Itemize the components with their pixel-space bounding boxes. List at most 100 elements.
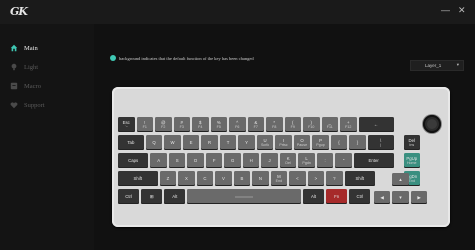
key-1-5[interactable]: T	[219, 135, 237, 150]
key-3-6[interactable]: N	[252, 171, 269, 186]
sidebar-item-light[interactable]: Light	[10, 61, 38, 73]
key-3-7[interactable]: M End	[270, 171, 288, 186]
arrow-up-key[interactable]: ▲	[392, 173, 409, 186]
key-sublabel: F4	[198, 124, 203, 129]
key-label: Alt	[172, 194, 178, 199]
key-0-4[interactable]: $ F4	[192, 117, 209, 132]
key-4-2[interactable]: Alt	[164, 189, 186, 204]
key-0-6[interactable]: ^ F6	[229, 117, 246, 132]
key-1-10[interactable]: P Pgup	[312, 135, 329, 150]
sidebar-item-main[interactable]: Main	[10, 42, 38, 54]
key-1-7[interactable]: U Scrlk	[256, 135, 274, 150]
side-key-0[interactable]: Del Ins	[403, 135, 420, 150]
key-0-8[interactable]: * F8	[266, 117, 283, 132]
key-3-8[interactable]: <	[289, 171, 306, 186]
key-label: H	[249, 158, 253, 163]
key-1-1[interactable]: Q	[145, 135, 163, 150]
key-2-2[interactable]: S	[168, 153, 186, 168]
side-key-1[interactable]: PgUp Home	[403, 153, 420, 168]
key-2-6[interactable]: H	[242, 153, 260, 168]
key-2-12[interactable]: Enter	[353, 153, 394, 168]
key-0-9[interactable]: (F9	[284, 117, 301, 132]
key-sublabel: F6	[235, 124, 240, 129]
key-2-1[interactable]: A	[150, 153, 167, 168]
key-label: Y	[245, 140, 248, 145]
key-0-3[interactable]: # F3	[173, 117, 190, 132]
layer-select[interactable]: Layer_1 ▾	[410, 60, 464, 71]
key-label: }	[356, 140, 359, 145]
key-3-5[interactable]: B	[233, 171, 251, 186]
key-sublabel: F3	[179, 124, 184, 129]
key-3-3[interactable]: C	[196, 171, 214, 186]
key-0-13[interactable]: ←	[358, 117, 394, 132]
key-1-12[interactable]: }	[349, 135, 366, 150]
minimize-icon[interactable]: —	[441, 5, 450, 15]
sidebar-item-label: Support	[24, 101, 45, 109]
key-2-8[interactable]: K Del	[279, 153, 297, 168]
key-4-0[interactable]: Ctrl	[118, 189, 140, 204]
key-2-9[interactable]: L Pgdn	[298, 153, 315, 168]
key-1-2[interactable]: W	[164, 135, 181, 150]
key-4-6[interactable]: Ctrl	[349, 189, 371, 204]
key-3-2[interactable]: X	[178, 171, 195, 186]
key-2-7[interactable]: J	[261, 153, 278, 168]
key-0-2[interactable]: @ F2	[155, 117, 172, 132]
key-2-4[interactable]: F	[205, 153, 223, 168]
main-panel: background indicates that the default fu…	[94, 24, 475, 250]
key-sublabel: Prtsc	[279, 142, 288, 147]
key-4-3[interactable]	[187, 189, 301, 204]
key-3-9[interactable]: >	[307, 171, 325, 186]
key-2-10[interactable]: :	[316, 153, 334, 168]
key-1-13[interactable]: \ |	[367, 135, 394, 150]
sidebar-item-label: Main	[24, 44, 38, 52]
key-sublabel: F5	[216, 124, 221, 129]
key-label: C	[203, 176, 207, 181]
key-label: Shift	[133, 176, 143, 181]
heart-icon	[10, 102, 18, 109]
key-1-9[interactable]: O Pause	[293, 135, 311, 150]
key-0-10[interactable]: ) F10	[303, 117, 320, 132]
key-2-11[interactable]: "	[335, 153, 352, 168]
key-3-4[interactable]: V	[215, 171, 232, 186]
key-4-5[interactable]: Fn	[326, 189, 348, 204]
arrow-left-key[interactable]: ◀	[373, 191, 391, 204]
key-2-5[interactable]: G	[224, 153, 241, 168]
key-0-11[interactable]: _ F11	[321, 117, 338, 132]
key-1-11[interactable]: {	[330, 135, 348, 150]
key-0-1[interactable]: ! F1	[136, 117, 153, 132]
key-sublabel: F10	[308, 124, 315, 129]
key-1-0[interactable]: Tab	[118, 135, 144, 150]
key-1-8[interactable]: I Prtsc	[275, 135, 292, 150]
key-label: Q	[152, 140, 156, 145]
key-1-3[interactable]: E	[182, 135, 200, 150]
key-3-11[interactable]: Shift	[344, 171, 375, 186]
key-1-6[interactable]: Y	[238, 135, 255, 150]
key-sublabel: Pause	[296, 142, 308, 147]
key-0-0[interactable]: Esc `~	[118, 117, 135, 132]
key-4-1[interactable]: ⊞	[141, 189, 163, 204]
key-label: Enter	[368, 158, 379, 163]
key-sublabel: F7	[253, 124, 258, 129]
key-0-7[interactable]: & F7	[247, 117, 264, 132]
close-icon[interactable]: ✕	[458, 5, 466, 15]
key-3-10[interactable]: ?	[326, 171, 343, 186]
sidebar-item-macro[interactable]: Macro	[10, 80, 41, 92]
arrow-down-key[interactable]: ▼	[392, 191, 409, 204]
key-2-3[interactable]: D	[187, 153, 204, 168]
key-0-12[interactable]: + F12	[340, 117, 357, 132]
key-1-4[interactable]: R	[201, 135, 218, 150]
volume-knob[interactable]	[423, 115, 441, 133]
key-4-4[interactable]: Alt	[303, 189, 325, 204]
key-3-0[interactable]: Shift	[118, 171, 158, 186]
arrow-right-key[interactable]: ▶	[410, 191, 428, 204]
key-label: >	[314, 176, 318, 181]
home-icon	[10, 44, 18, 52]
title-bar: GK — ✕	[0, 0, 475, 24]
key-2-0[interactable]: Caps	[118, 153, 149, 168]
app-logo: GK	[10, 5, 28, 18]
key-3-1[interactable]: Z	[159, 171, 177, 186]
key-0-5[interactable]: % F5	[210, 117, 227, 132]
sidebar-item-support[interactable]: Support	[10, 99, 45, 111]
key-label: <	[296, 176, 299, 181]
key-sublabel: Home	[406, 160, 417, 165]
